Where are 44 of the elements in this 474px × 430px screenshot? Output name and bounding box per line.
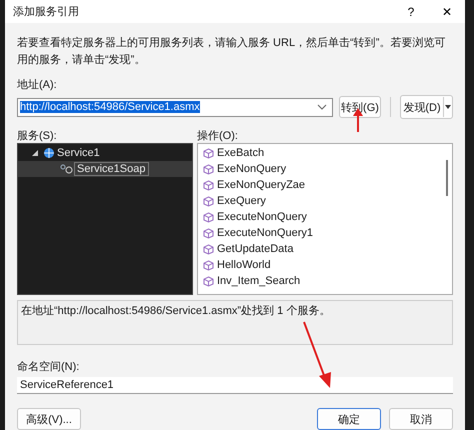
globe-icon bbox=[41, 147, 55, 159]
go-button[interactable]: 转到(G) bbox=[339, 96, 381, 118]
address-combo[interactable]: http://localhost:54986/Service1.asmx bbox=[17, 98, 333, 116]
operation-item: ExeNonQuery bbox=[217, 163, 286, 175]
services-label: 服务(S): bbox=[17, 129, 58, 142]
instruction-text: 若要查看特定服务器上的可用服务列表，请输入服务 URL，然后单击“转到”。若要浏览可用的服务，请单击“发现”。 bbox=[17, 36, 446, 68]
cube-icon bbox=[203, 244, 214, 254]
status-text: 在地址“http://localhost:54986/Service1.asmx”处找到 1 个服务。 bbox=[17, 300, 453, 345]
operation-item: Inv_Item_Search bbox=[217, 275, 300, 287]
operation-item: ExeQuery bbox=[217, 195, 266, 207]
chevron-down-icon[interactable] bbox=[316, 103, 328, 111]
tree-item[interactable]: Service1 bbox=[18, 145, 192, 161]
namespace-label: 命名空间(N): bbox=[17, 361, 80, 373]
tree-item[interactable]: Service1Soap bbox=[18, 161, 192, 177]
dialog-button[interactable]: 高级(V)... bbox=[17, 408, 81, 430]
namespace-field[interactable]: ServiceReference1 bbox=[17, 377, 453, 394]
close-button[interactable]: ✕ bbox=[429, 4, 465, 18]
cube-icon bbox=[203, 260, 214, 270]
discover-split-button[interactable]: 发现(D) bbox=[400, 95, 453, 119]
cube-icon bbox=[203, 148, 214, 158]
operation-item: ExecuteNonQuery1 bbox=[217, 227, 313, 239]
operations-label: 操作(O): bbox=[197, 129, 238, 142]
cube-icon bbox=[203, 164, 214, 174]
cube-icon bbox=[203, 180, 214, 190]
services-tree[interactable]: Service1 Service1Soap bbox=[17, 143, 193, 295]
dropdown-arrow-icon[interactable] bbox=[443, 97, 452, 117]
dialog-button[interactable]: 确定 bbox=[317, 408, 381, 430]
address-label: 地址(A): bbox=[17, 79, 57, 91]
cube-icon bbox=[203, 276, 214, 286]
link-icon bbox=[60, 163, 74, 175]
cube-icon bbox=[203, 228, 214, 238]
operation-item: HelloWorld bbox=[217, 259, 271, 271]
operation-item: ExeBatch bbox=[217, 147, 264, 159]
operation-item: ExecuteNonQuery bbox=[217, 211, 307, 223]
scrollbar-thumb[interactable] bbox=[446, 160, 448, 196]
dialog-button[interactable]: 取消 bbox=[389, 408, 453, 430]
cube-icon bbox=[203, 196, 214, 206]
expanded-triangle-icon[interactable] bbox=[32, 150, 38, 156]
help-button[interactable]: ? bbox=[393, 4, 429, 18]
operation-item: ExeNonQueryZae bbox=[217, 179, 306, 191]
annotation-arrow bbox=[303, 322, 333, 388]
window-title: 添加服务引用 bbox=[13, 5, 80, 19]
operation-item: GetUpdateData bbox=[217, 243, 294, 255]
cube-icon bbox=[203, 212, 214, 222]
